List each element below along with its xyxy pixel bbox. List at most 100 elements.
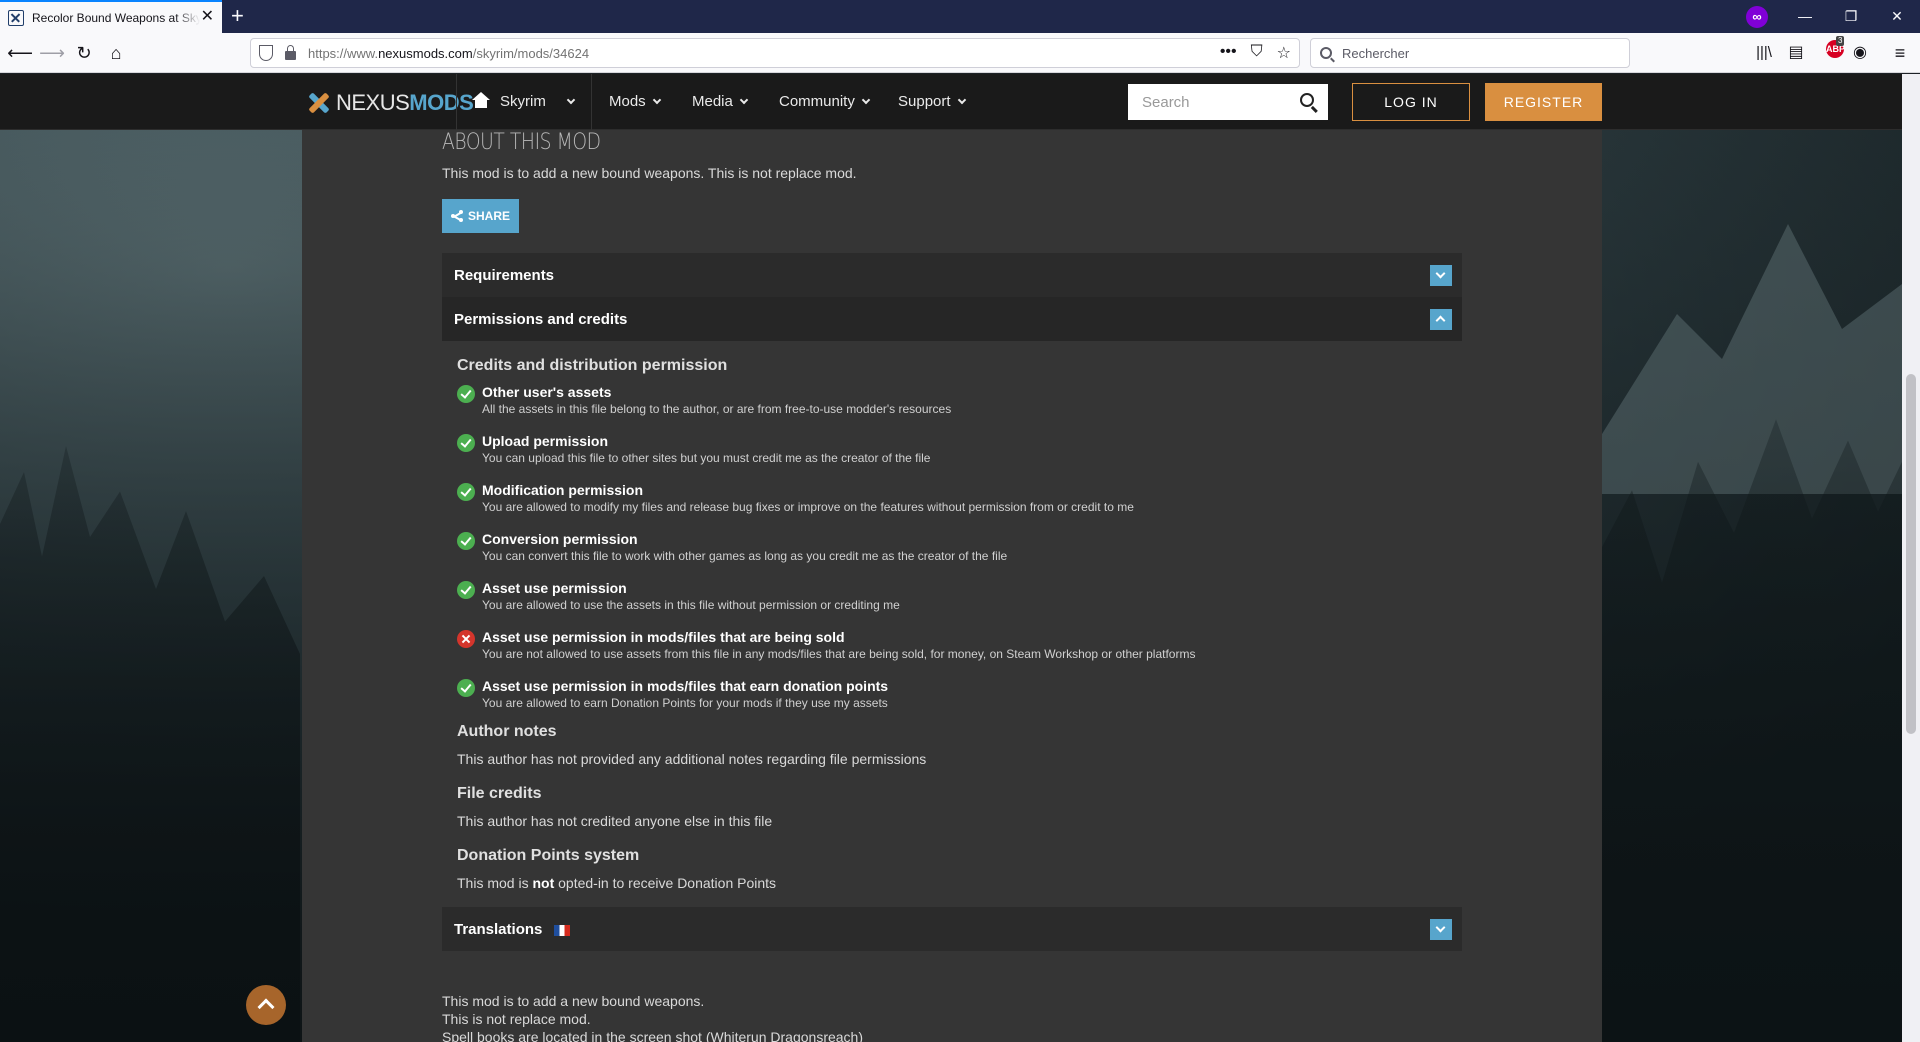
scrollbar-thumb[interactable] (1906, 374, 1916, 734)
about-description: This mod is to add a new bound weapons. … (442, 165, 857, 181)
mod-content-panel: ABOUT THIS MOD This mod is to add a new … (302, 130, 1602, 1042)
chevron-down-icon[interactable] (1430, 265, 1452, 286)
permissions-title: Permissions and credits (454, 310, 628, 328)
forward-arrow-icon[interactable]: ⟶ (38, 39, 66, 67)
share-button[interactable]: SHARE (442, 199, 519, 233)
tab-close-icon[interactable]: ✕ (201, 9, 214, 25)
donation-text-bold: not (532, 875, 555, 891)
nexusmods-logo-icon (306, 90, 332, 116)
tab-title: Recolor Bound Weapons at Skyrim Nexus (32, 10, 200, 25)
library-icon[interactable]: |||\ (1750, 39, 1778, 67)
search-icon[interactable] (1300, 93, 1314, 107)
lock-icon[interactable] (285, 44, 296, 60)
close-window-button[interactable]: ✕ (1874, 0, 1920, 33)
register-button[interactable]: REGISTER (1485, 83, 1602, 121)
permission-title: Asset use permission (482, 580, 627, 596)
permission-title: Modification permission (482, 482, 644, 498)
sidebar-icon[interactable]: ▤ (1782, 39, 1810, 67)
bookmark-star-icon[interactable]: ☆ (1277, 43, 1291, 63)
url-path: /skyrim/mods/34624 (472, 45, 590, 61)
account-icon[interactable]: ◉ (1846, 39, 1874, 67)
author-notes-text: This author has not provided any additio… (457, 751, 927, 767)
background-mountain (1602, 224, 1902, 494)
permission-desc: All the assets in this file belong to th… (482, 402, 952, 416)
browser-tab-active[interactable]: Recolor Bound Weapons at Skyrim Nexus ✕ (0, 0, 222, 33)
page-scrollbar[interactable] (1902, 74, 1920, 1042)
nav-community[interactable]: Community (779, 74, 871, 130)
check-circle-icon (457, 434, 475, 452)
home-icon[interactable]: ⌂ (102, 39, 130, 67)
requirements-header[interactable]: Requirements (442, 253, 1462, 297)
permission-title: Asset use permission in mods/files that … (482, 678, 889, 694)
chevron-down-icon (957, 95, 966, 105)
nav-divider (591, 74, 592, 130)
nav-support[interactable]: Support (898, 74, 966, 130)
translations-title: Translations (454, 920, 543, 938)
file-credits-heading: File credits (457, 785, 542, 802)
nav-mods[interactable]: Mods (609, 74, 661, 130)
game-home-icon (472, 92, 490, 108)
permission-item: Asset use permission You are allowed to … (457, 579, 1447, 628)
restore-window-button[interactable]: ❐ (1828, 0, 1874, 33)
requirements-section: Requirements (442, 253, 1462, 297)
new-tab-button[interactable]: + (231, 3, 244, 29)
permission-desc: You are allowed to use the assets in thi… (482, 598, 900, 612)
permissions-header[interactable]: Permissions and credits (442, 297, 1462, 341)
menu-hamburger-icon[interactable]: ≡ (1886, 39, 1914, 67)
reload-icon[interactable]: ↻ (70, 39, 98, 67)
translations-header[interactable]: Translations (442, 907, 1462, 951)
browser-toolbar: ⟵ ⟶ ↻ ⌂ https://www.nexusmods.com/skyrim… (0, 33, 1920, 73)
permissions-section: Permissions and credits Credits and dist… (442, 297, 1462, 951)
site-search-box[interactable] (1128, 84, 1328, 120)
donation-text-start: This mod is (457, 875, 533, 891)
site-search-input[interactable] (1142, 93, 1292, 111)
url-text[interactable]: https://www.nexusmods.com/skyrim/mods/34… (308, 46, 589, 61)
site-header: NEXUSMODS Skyrim Mods Media Community Su… (0, 74, 1902, 130)
permission-title: Other user's assets (482, 384, 612, 400)
nexusmods-logo[interactable]: NEXUSMODS (306, 90, 474, 116)
chevron-up-icon[interactable] (1430, 309, 1452, 330)
logo-text-nexus: NEXUS (336, 90, 410, 115)
page-actions-icon[interactable]: ••• (1220, 43, 1237, 63)
nav-game-label: Skyrim (500, 93, 546, 110)
chevron-down-icon[interactable] (1430, 919, 1452, 940)
permissions-body: Credits and distribution permission Othe… (442, 341, 1462, 891)
nav-community-label: Community (779, 93, 855, 110)
permission-desc: You can upload this file to other sites … (482, 451, 931, 465)
minimize-window-button[interactable]: — (1782, 0, 1828, 33)
author-notes-heading: Author notes (457, 723, 557, 740)
login-button[interactable]: LOG IN (1352, 83, 1470, 121)
url-actions: ••• ⛉ ☆ (1220, 43, 1291, 63)
permission-title: Upload permission (482, 433, 609, 449)
chevron-down-icon (739, 95, 749, 105)
nexus-favicon-icon (8, 9, 24, 26)
url-domain: nexusmods.com (378, 45, 473, 61)
donation-points-text: This mod is not opted-in to receive Dona… (457, 875, 1447, 891)
nav-support-label: Support (898, 93, 951, 110)
back-arrow-icon[interactable]: ⟵ (6, 39, 34, 67)
browser-search-input[interactable] (1342, 45, 1612, 61)
browser-search-bar[interactable] (1310, 38, 1630, 68)
url-bar[interactable]: https://www.nexusmods.com/skyrim/mods/34… (250, 38, 1300, 68)
background-forest-left (0, 446, 300, 1042)
url-prefix: https://www. (308, 45, 379, 61)
check-circle-icon (457, 679, 475, 697)
back-to-top-button[interactable] (246, 985, 286, 1025)
nav-media[interactable]: Media (692, 74, 749, 130)
nav-game-skyrim[interactable]: Skyrim (472, 74, 576, 130)
permission-desc: You can convert this file to work with o… (482, 549, 1008, 563)
permission-item: Asset use permission in mods/files that … (457, 677, 1447, 723)
description-line: Spell books are located in the screen sh… (442, 1029, 863, 1042)
check-circle-icon (457, 532, 475, 550)
permission-item: Upload permission You can upload this fi… (457, 432, 1447, 481)
nav-media-label: Media (692, 93, 733, 110)
share-label: SHARE (467, 209, 510, 223)
pocket-icon[interactable]: ⛉ (1251, 43, 1263, 63)
permission-title: Asset use permission in mods/files that … (482, 629, 845, 645)
share-icon (450, 210, 463, 222)
requirements-title: Requirements (454, 266, 555, 284)
donation-points-heading: Donation Points system (457, 847, 640, 864)
file-credits-text: This author has not credited anyone else… (457, 813, 773, 829)
donation-text-end: opted-in to receive Donation Points (554, 875, 777, 891)
tracking-shield-icon[interactable] (259, 45, 273, 61)
